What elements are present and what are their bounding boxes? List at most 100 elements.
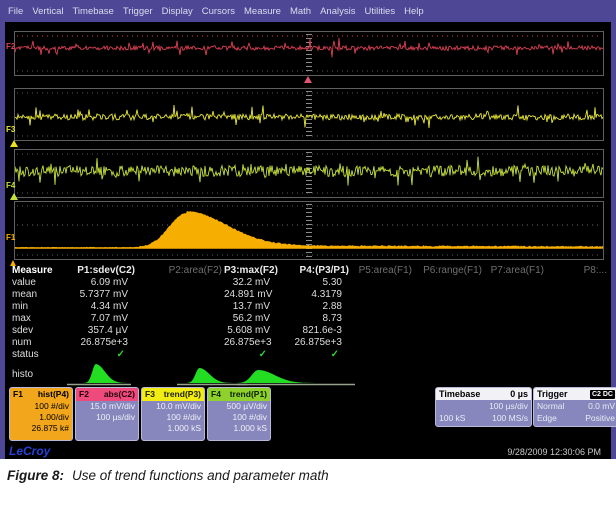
descriptor-f2-function: abs(C2) [104,389,135,400]
oscilloscope-window: File Vertical Timebase Trigger Display Cursor… [0,0,616,459]
menu-item-display[interactable]: Display [162,6,193,17]
menu-item-cursors[interactable]: Cursors [202,6,235,17]
measure-value-p7-mean [484,289,546,301]
timebase-rate: 100 MS/s [492,412,528,424]
descriptor-f4-id: F4 [211,389,221,400]
descriptor-f1-hscale: 1.00/div [10,412,72,423]
measure-value-p5-min [351,301,414,313]
trace-marker-f4-icon[interactable] [10,193,18,200]
measure-value-p2-max [137,313,224,325]
descriptor-f2[interactable]: F2 abs(C2) 15.0 mV/div 100 µs/div [75,387,139,441]
descriptor-f2-vscale: 15.0 mV/div [76,401,138,412]
measure-value-p6-num [414,337,484,349]
measure-value-p3-sdev: 5.608 mV [224,325,279,337]
descriptor-f3[interactable]: F3 trend(P3) 10.0 mV/div 100 #/div 1.000… [141,387,205,441]
descriptor-f3-header: F3 trend(P3) [142,388,204,401]
measure-value-p8-num [546,337,609,349]
histo-row: histo [9,361,609,388]
measure-col-header-p1[interactable]: P1:sdev(C2) [55,264,137,277]
histo-sparkline [67,361,131,387]
measure-row-label: sdev [9,325,55,337]
measure-value-p2-sdev [137,325,224,337]
document-page: File Vertical Timebase Trigger Display Cursor… [0,0,616,507]
trace-label-f1[interactable]: F1 [6,233,15,242]
measure-value-p1-num: 26.875e+3 [55,337,137,349]
status-check-p6 [414,349,484,361]
descriptor-f1[interactable]: F1 hist(P4) 100 #/div 1.00/div 26.875 k# [9,387,73,441]
status-check-p8 [546,349,609,361]
measure-value-p1-sdev: 357.4 µV [55,325,137,337]
descriptor-f3-function: trend(P3) [164,389,201,400]
measure-row-label: mean [9,289,55,301]
trigger-title: Trigger [537,388,568,400]
histo-sparkline [237,361,355,387]
measure-row-label: max [9,313,55,325]
measure-value-p7-max [484,313,546,325]
timebase-samples: 100 kS [439,412,465,424]
descriptor-f4-hscale: 100 #/div [208,412,270,423]
descriptor-f4[interactable]: F4 trend(P1) 500 µV/div 100 #/div 1.000 … [207,387,271,441]
measure-value-p7-value [484,277,546,289]
trigger-source-badge: C2 DC [590,390,615,399]
measure-col-header-p5[interactable]: P5:area(F1) [351,264,414,277]
measure-col-header-p3[interactable]: P3:max(F2) [224,264,279,277]
menu-item-file[interactable]: File [8,6,23,17]
timebase-title: Timebase [439,388,480,400]
descriptor-f1-population: 26.875 k# [10,423,72,434]
descriptor-f2-hscale: 100 µs/div [76,412,138,423]
menu-item-vertical[interactable]: Vertical [32,6,63,17]
descriptor-f4-length: 1.000 kS [208,423,270,434]
trace-f2-abs-c2 [15,32,603,75]
status-check-p5 [351,349,414,361]
trigger-position-marker-icon[interactable] [304,76,312,83]
measure-value-p3-mean: 24.891 mV [224,289,279,301]
measure-row-label: histo [12,369,33,380]
measure-value-p4-value: 5.30 [279,277,351,289]
timebase-box[interactable]: Timebase 0 µs 100 µs/div 100 kS 100 MS/s [435,387,532,427]
lecroy-logo: LeCroy [9,444,50,458]
trigger-box[interactable]: Trigger C2 DC Normal 0.0 mV Edge Positiv… [533,387,616,427]
trace-label-f4[interactable]: F4 [6,181,15,190]
menu-item-math[interactable]: Math [290,6,311,17]
waveform-grid-f3 [14,88,604,141]
menu-item-timebase[interactable]: Timebase [72,6,113,17]
measure-table: MeasureP1:sdev(C2)P2:area(F2)P3:max(F2)P… [9,264,609,388]
trigger-mode: Normal [537,400,564,412]
measure-value-p7-num [484,337,546,349]
measure-col-header-p4[interactable]: P4:(P3/P1) [279,264,351,277]
menu-item-trigger[interactable]: Trigger [123,6,153,17]
menu-item-analysis[interactable]: Analysis [320,6,355,17]
measure-value-p3-value: 32.2 mV [224,277,279,289]
status-check-p3: ✓ [224,349,279,361]
measure-value-p5-value [351,277,414,289]
figure-caption-text: Use of trend functions and parameter mat… [72,468,329,483]
measure-value-p8-max [546,313,609,325]
measure-col-header-p6[interactable]: P6:range(F1) [414,264,484,277]
measure-value-p8-mean [546,289,609,301]
measure-value-p3-num: 26.875e+3 [224,337,279,349]
measure-value-p1-value: 6.09 mV [55,277,137,289]
measure-col-header-p2[interactable]: P2:area(F2) [137,264,224,277]
measure-value-p5-sdev [351,325,414,337]
measure-row-label: status [9,349,55,361]
measure-col-header-p7[interactable]: P7:area(F1) [484,264,546,277]
status-check-p1: ✓ [55,349,137,361]
trace-label-f2[interactable]: F2 [6,42,15,51]
menu-item-utilities[interactable]: Utilities [364,6,395,17]
trace-label-f3[interactable]: F3 [6,125,15,134]
menu-item-help[interactable]: Help [404,6,424,17]
descriptor-f1-function: hist(P4) [38,389,69,400]
descriptor-f3-hscale: 100 #/div [142,412,204,423]
descriptor-f1-header: F1 hist(P4) [10,388,72,401]
descriptor-f4-vscale: 500 µV/div [208,401,270,412]
trace-marker-f3-icon[interactable] [10,140,18,147]
measure-value-p5-max [351,313,414,325]
measure-value-p1-mean: 5.7377 mV [55,289,137,301]
timebase-offset: 0 µs [510,388,528,400]
measure-value-p8-min [546,301,609,313]
menu-item-measure[interactable]: Measure [244,6,281,17]
measure-col-header-p8[interactable]: P8:... [546,264,609,277]
trigger-type: Edge [537,412,557,424]
descriptor-f3-length: 1.000 kS [142,423,204,434]
measure-value-p4-mean: 4.3179 [279,289,351,301]
